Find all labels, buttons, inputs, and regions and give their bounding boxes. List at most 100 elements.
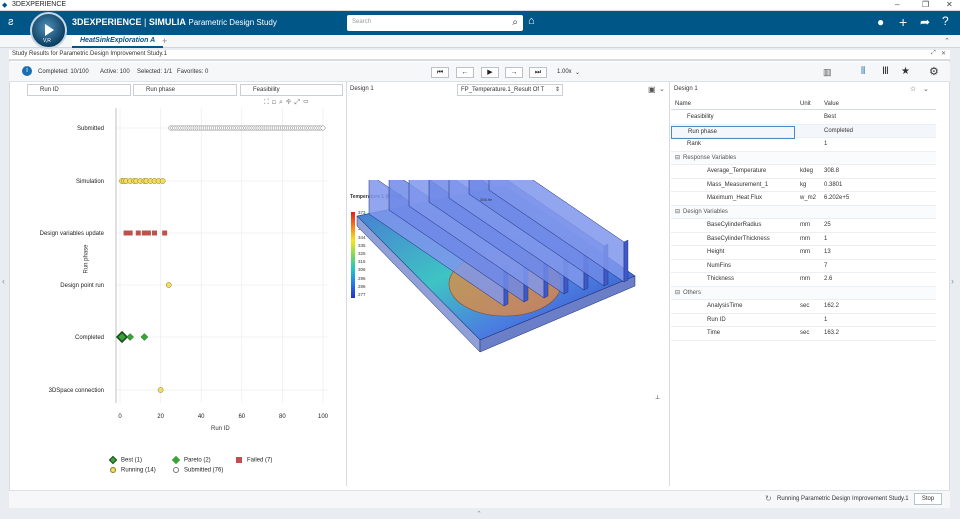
failed-point[interactable] [135,230,141,236]
property-row[interactable]: Height mm 13 [671,246,936,260]
scatter-svg[interactable]: Submitted Simulation Design variables upda… [18,98,348,486]
property-name: AnalysisTime [707,303,743,309]
property-unit: mm [800,249,810,255]
brand-app: SIMULIA [148,17,186,27]
bottom-chevron-icon[interactable]: ⌃ [476,510,482,518]
share-icon[interactable]: ➦ [920,15,930,29]
running-point[interactable] [165,282,172,288]
submitted-point[interactable] [320,125,326,131]
property-unit: mm [800,222,810,228]
heatsink-3d-model[interactable] [355,180,655,380]
property-row[interactable]: BaseCylinderThickness mm 1 [671,233,936,246]
favorite-star-icon[interactable]: ★ [901,66,910,77]
compass-button[interactable]: V,R [30,12,67,49]
speed-chevron-icon[interactable]: ⌄ [575,69,580,76]
property-row[interactable]: AnalysisTime sec 162.2 [671,300,936,314]
property-row[interactable]: Average_Temperature kdeg 308.8 [671,165,936,179]
failed-point[interactable] [127,230,133,236]
spinner-icon: ↻ [765,494,772,503]
tab-heatsink-exploration[interactable]: HeatSinkExploration A [72,35,164,48]
property-row[interactable]: ⊟ Others [671,286,936,300]
collapse-group-icon[interactable]: ⊟ [675,152,680,165]
user-icon[interactable]: ● [877,15,884,29]
last-button[interactable]: ⏭ [529,67,547,78]
col-value: Value [824,101,839,107]
layout-icon[interactable]: ▥ [823,67,832,78]
legend-item[interactable]: Failed (7) [236,457,272,464]
running-point[interactable] [159,178,166,184]
brand-name: 3DEXPERIENCE [72,17,142,27]
play-button[interactable]: ▶ [481,67,499,78]
property-row[interactable]: Run phase Completed [671,124,936,139]
search-input[interactable]: Search ⌕ [347,15,523,31]
property-name: BaseCylinderThickness [707,235,770,242]
collapse-group-icon[interactable]: ⊟ [675,287,680,300]
property-row[interactable]: Feasibility Best [671,111,936,125]
favorites-count: Favorites: 0 [177,69,209,75]
property-row[interactable]: ⊟ Design Variables [671,205,936,219]
first-button[interactable]: ⏮ [431,67,449,78]
property-row[interactable]: Rank 1 [671,138,936,152]
speed-select[interactable]: 1.00x [557,69,572,75]
property-row[interactable]: Thickness mm 2.6 [671,273,936,287]
run-id-filter[interactable]: Run ID [27,84,131,96]
collapse-group-icon[interactable]: ⊟ [675,206,680,219]
minimize-icon[interactable]: – [895,0,899,9]
left-expand-arrow-icon[interactable]: ‹ [2,276,5,286]
x-tick-label: 60 [238,414,245,420]
best-point[interactable] [115,330,129,344]
next-button[interactable]: → [505,67,523,78]
dropdown-chevron-icon[interactable]: ⌄ [659,85,665,93]
property-row[interactable]: Run ID 1 [671,314,936,327]
result-select[interactable]: FP_Temperature.1_Result Of T ⇕ [457,84,563,96]
legend-label: Failed (7) [247,457,273,464]
property-row[interactable]: ⊟ Response Variables [671,151,936,165]
restore-icon[interactable]: ❐ [922,0,929,9]
property-value: 1 [824,235,828,242]
collapse-icon[interactable]: ⌃ [944,37,950,45]
property-row[interactable]: Time sec 163.2 [671,327,936,341]
circle-yellow-icon [110,467,116,473]
legend-item[interactable]: Best (1) [108,455,142,465]
add-tab-icon[interactable]: + [162,36,167,46]
divider-right[interactable] [669,82,670,486]
failed-point[interactable] [145,230,151,236]
add-icon[interactable]: + [899,14,907,30]
legend-item[interactable]: Pareto (2) [171,455,211,465]
image-icon[interactable]: ▣ [648,85,656,94]
property-row[interactable]: Mass_Measurement_1 kg 0.3801 [671,179,936,192]
running-point[interactable] [157,387,164,393]
previous-button[interactable]: ← [456,67,474,78]
failed-point[interactable] [152,230,158,236]
tag-icon[interactable]: ⌂ [528,15,535,27]
property-row[interactable]: NumFins 7 [671,260,936,273]
x-tick-label: 80 [279,414,286,420]
panel-close-icon[interactable]: ✕ [941,50,946,57]
search-icon[interactable]: ⌕ [512,17,518,28]
property-unit: mm [800,235,810,242]
select-arrows-icon: ⇕ [554,87,560,93]
right-star-icon[interactable]: ☆ [910,85,916,93]
expand-icon[interactable]: ⤢ [931,50,936,57]
close-icon[interactable]: ✕ [946,0,953,9]
settings-gear-icon[interactable]: ⚙ [929,65,939,78]
stop-button[interactable]: Stop [914,493,942,505]
pareto-point[interactable] [140,333,149,341]
feasibility-filter[interactable]: Feasibility [240,84,343,96]
play-icon [45,24,54,36]
property-row[interactable]: BaseCylinderRadius mm 25 [671,219,936,233]
property-unit: sec [800,330,810,336]
chart-icon[interactable]: ⫴ [861,66,865,77]
columns-icon[interactable]: Ⅲ [882,66,889,77]
category-label: Design point run [60,283,104,289]
x-tick-label: 100 [318,414,329,420]
legend-item[interactable]: Running (14) [110,467,156,474]
right-expand-arrow-icon[interactable]: › [951,276,954,286]
run-phase-filter[interactable]: Run phase [133,84,237,96]
help-icon[interactable]: ? [942,14,949,28]
legend-item[interactable]: Submitted (76) [173,467,223,474]
right-chevron-icon[interactable]: ⌄ [923,85,929,93]
property-row[interactable]: Maximum_Heat Flux w_m2 6.202e+5 [671,192,936,206]
failed-point[interactable] [162,230,168,236]
pareto-point[interactable] [126,333,135,341]
